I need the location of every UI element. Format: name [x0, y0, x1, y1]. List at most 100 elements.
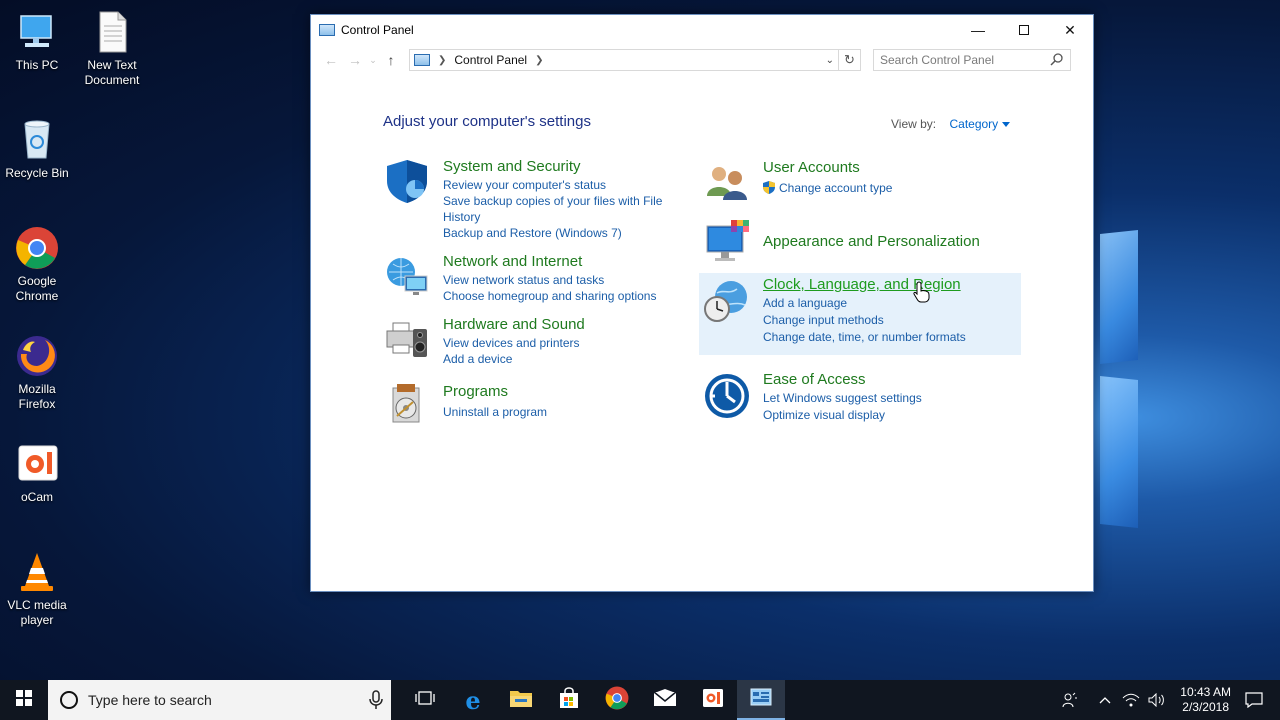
link-change-account-type[interactable]: Change account type — [763, 180, 892, 196]
link-file-history[interactable]: Save backup copies of your files with Fi… — [443, 193, 673, 225]
link-devices-printers[interactable]: View devices and printers — [443, 335, 585, 351]
task-view-button[interactable] — [401, 680, 449, 720]
system-tray: 10:43 AM 2/3/2018 — [1057, 680, 1280, 720]
category-system-and-security: System and Security Review your computer… — [383, 157, 703, 247]
address-bar[interactable]: ❯ Control Panel ❯ ⌄ ↻ — [409, 49, 861, 71]
desktop-icon-label: oCam — [20, 490, 53, 504]
category-programs: Programs Uninstall a program — [383, 382, 703, 430]
maximize-icon — [1019, 25, 1029, 35]
window-title: Control Panel — [341, 23, 414, 37]
refresh-button[interactable]: ↻ — [838, 50, 860, 70]
category-title[interactable]: Programs — [443, 382, 547, 402]
desktop-icon-ocam[interactable]: oCam — [4, 442, 70, 505]
hand-cursor-icon — [913, 281, 931, 308]
desktop-icon-mozilla-firefox[interactable]: Mozilla Firefox — [4, 334, 70, 412]
search-icon — [1050, 52, 1064, 69]
category-clock-language-and-region[interactable]: Clock, Language, and Region Add a langua… — [699, 273, 1021, 355]
desktop-icon-label: VLC media player — [7, 598, 67, 627]
forward-button[interactable]: → — [343, 52, 367, 68]
taskbar-edge[interactable]: e — [449, 680, 497, 720]
chrome-icon — [605, 686, 629, 715]
back-button[interactable]: ← — [319, 52, 343, 68]
search-box[interactable] — [873, 49, 1071, 71]
computer-icon — [15, 10, 59, 54]
close-icon: ✕ — [1064, 21, 1076, 38]
users-icon — [703, 160, 751, 208]
category-title[interactable]: Hardware and Sound — [443, 315, 585, 335]
desktop-icon-new-text-document[interactable]: New Text Document — [78, 10, 146, 88]
taskbar-search-input[interactable] — [88, 692, 348, 708]
desktop-icon-google-chrome[interactable]: Google Chrome — [4, 226, 70, 304]
ocam-icon — [15, 442, 59, 486]
link-add-language[interactable]: Add a language — [763, 295, 966, 311]
link-homegroup[interactable]: Choose homegroup and sharing options — [443, 288, 656, 304]
breadcrumb-separator-icon[interactable]: ❯ — [535, 55, 543, 66]
desktop-icon-label: Mozilla Firefox — [18, 382, 56, 411]
up-button[interactable]: ↑ — [379, 52, 403, 68]
link-text: Change account type — [779, 181, 893, 195]
link-network-status[interactable]: View network status and tasks — [443, 272, 656, 288]
category-title[interactable]: User Accounts — [763, 158, 892, 178]
maximize-button[interactable] — [1001, 15, 1047, 45]
network-globe-icon — [383, 252, 431, 300]
taskbar-chrome[interactable] — [593, 680, 641, 720]
printer-speaker-icon — [383, 315, 431, 363]
desktop-icon-recycle-bin[interactable]: Recycle Bin — [4, 118, 70, 181]
category-user-accounts: User Accounts Change account type — [703, 158, 1023, 204]
link-change-date-time[interactable]: Change date, time, or number formats — [763, 329, 966, 345]
address-dropdown-icon[interactable]: ⌄ — [826, 55, 834, 66]
desktop-icon-label: New Text Document — [84, 58, 140, 87]
caret-down-icon — [1002, 122, 1011, 128]
task-view-icon — [415, 690, 435, 711]
volume-icon[interactable] — [1145, 693, 1169, 707]
ease-of-access-icon — [703, 372, 751, 420]
breadcrumb-control-panel[interactable]: Control Panel — [454, 53, 527, 67]
category-title[interactable]: Appearance and Personalization — [763, 232, 980, 252]
mail-icon — [653, 688, 677, 712]
link-uninstall-program[interactable]: Uninstall a program — [443, 404, 547, 420]
breadcrumb-separator-icon: ❯ — [438, 54, 447, 66]
link-backup-restore[interactable]: Backup and Restore (Windows 7) — [443, 225, 673, 241]
desktop-icon-label: This PC — [15, 58, 59, 72]
store-bag-icon — [558, 686, 580, 714]
link-windows-suggest-settings[interactable]: Let Windows suggest settings — [763, 390, 922, 406]
taskbar-mail[interactable] — [641, 680, 689, 720]
start-button[interactable] — [0, 680, 48, 720]
wifi-icon[interactable] — [1119, 693, 1143, 707]
link-optimize-visual-display[interactable]: Optimize visual display — [763, 407, 922, 423]
link-change-input-methods[interactable]: Change input methods — [763, 312, 966, 328]
category-title[interactable]: Clock, Language, and Region — [763, 275, 966, 295]
taskbar-file-explorer[interactable] — [497, 680, 545, 720]
taskbar-store[interactable] — [545, 680, 593, 720]
search-input[interactable] — [880, 53, 1050, 67]
microphone-icon[interactable] — [369, 690, 383, 715]
taskbar-search[interactable] — [48, 680, 391, 720]
category-title[interactable]: Network and Internet — [443, 252, 656, 272]
monitor-palette-icon — [703, 218, 751, 266]
taskbar-control-panel[interactable] — [737, 680, 785, 720]
close-button[interactable]: ✕ — [1047, 15, 1093, 45]
minimize-button[interactable]: — — [955, 15, 1001, 45]
desktop-icon-label: Google Chrome — [15, 274, 59, 303]
category-title[interactable]: System and Security — [443, 157, 673, 177]
desktop-icon-this-pc[interactable]: This PC — [4, 10, 70, 73]
taskbar-clock[interactable]: 10:43 AM 2/3/2018 — [1180, 685, 1231, 715]
notifications-icon[interactable] — [1242, 692, 1266, 708]
show-hidden-icons-chevron-up-icon[interactable] — [1093, 696, 1117, 704]
windows-logo-icon — [16, 689, 32, 711]
clock-globe-icon — [703, 277, 751, 325]
desktop-icon-vlc-media-player[interactable]: VLC media player — [4, 550, 70, 628]
control-panel-icon — [414, 54, 430, 66]
people-icon[interactable] — [1058, 692, 1082, 708]
control-panel-icon — [319, 24, 335, 36]
link-add-device[interactable]: Add a device — [443, 351, 585, 367]
view-by-dropdown[interactable]: Category — [949, 117, 1011, 131]
control-panel-window: Control Panel — ✕ ← → ⌄ ↑ ❯ Control Pane… — [310, 14, 1094, 592]
category-title[interactable]: Ease of Access — [763, 370, 922, 390]
clock-date: 2/3/2018 — [1182, 700, 1229, 714]
recent-locations-dropdown[interactable]: ⌄ — [367, 55, 379, 66]
title-bar[interactable]: Control Panel — ✕ — [311, 15, 1093, 45]
view-by-value: Category — [949, 117, 999, 131]
link-review-status[interactable]: Review your computer's status — [443, 177, 673, 193]
taskbar-ocam[interactable] — [689, 680, 737, 720]
